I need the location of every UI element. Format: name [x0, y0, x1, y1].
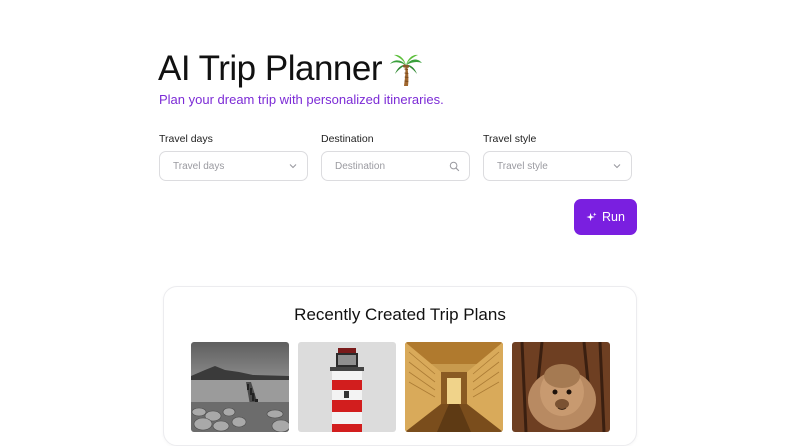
- destination-label: Destination: [321, 133, 374, 145]
- trip-card-lighthouse[interactable]: [298, 342, 396, 432]
- page-subtitle: Plan your dream trip with personalized i…: [159, 92, 444, 107]
- sparkle-icon: [586, 211, 597, 221]
- chevron-down-icon: [613, 164, 621, 169]
- travel-days-placeholder: Travel days: [173, 160, 225, 172]
- travel-style-select[interactable]: Travel style: [483, 151, 632, 181]
- destination-placeholder: Destination: [335, 160, 386, 172]
- lighthouse-image: [298, 342, 396, 432]
- travel-style-placeholder: Travel style: [497, 160, 548, 172]
- alpaca-image: [512, 342, 610, 432]
- page-header: AI Trip Planner: [158, 50, 424, 88]
- trip-card-alpaca[interactable]: [512, 342, 610, 432]
- page-title: AI Trip Planner: [158, 49, 383, 88]
- trip-card-temple-corridor[interactable]: [405, 342, 503, 432]
- travel-style-label: Travel style: [483, 133, 537, 145]
- destination-field: Destination Destination: [321, 133, 471, 181]
- trip-card-pier-seascape[interactable]: [191, 342, 289, 432]
- destination-input[interactable]: Destination: [321, 151, 470, 181]
- run-button[interactable]: Run: [574, 199, 637, 235]
- pier-seascape-image: [191, 342, 289, 432]
- temple-corridor-image: [405, 342, 503, 432]
- recent-trip-plans-list: [191, 342, 610, 432]
- run-button-label: Run: [602, 210, 625, 224]
- search-icon[interactable]: [449, 161, 460, 172]
- travel-style-field: Travel style Travel style: [483, 133, 633, 181]
- recent-trip-plans-title: Recently Created Trip Plans: [294, 305, 506, 324]
- travel-days-label: Travel days: [159, 133, 213, 145]
- palm-tree-icon: [390, 54, 422, 86]
- travel-days-select[interactable]: Travel days: [159, 151, 308, 181]
- recent-trip-plans-panel: Recently Created Trip Plans: [163, 286, 637, 446]
- travel-days-field: Travel days Travel days: [159, 133, 309, 181]
- chevron-down-icon: [289, 164, 297, 169]
